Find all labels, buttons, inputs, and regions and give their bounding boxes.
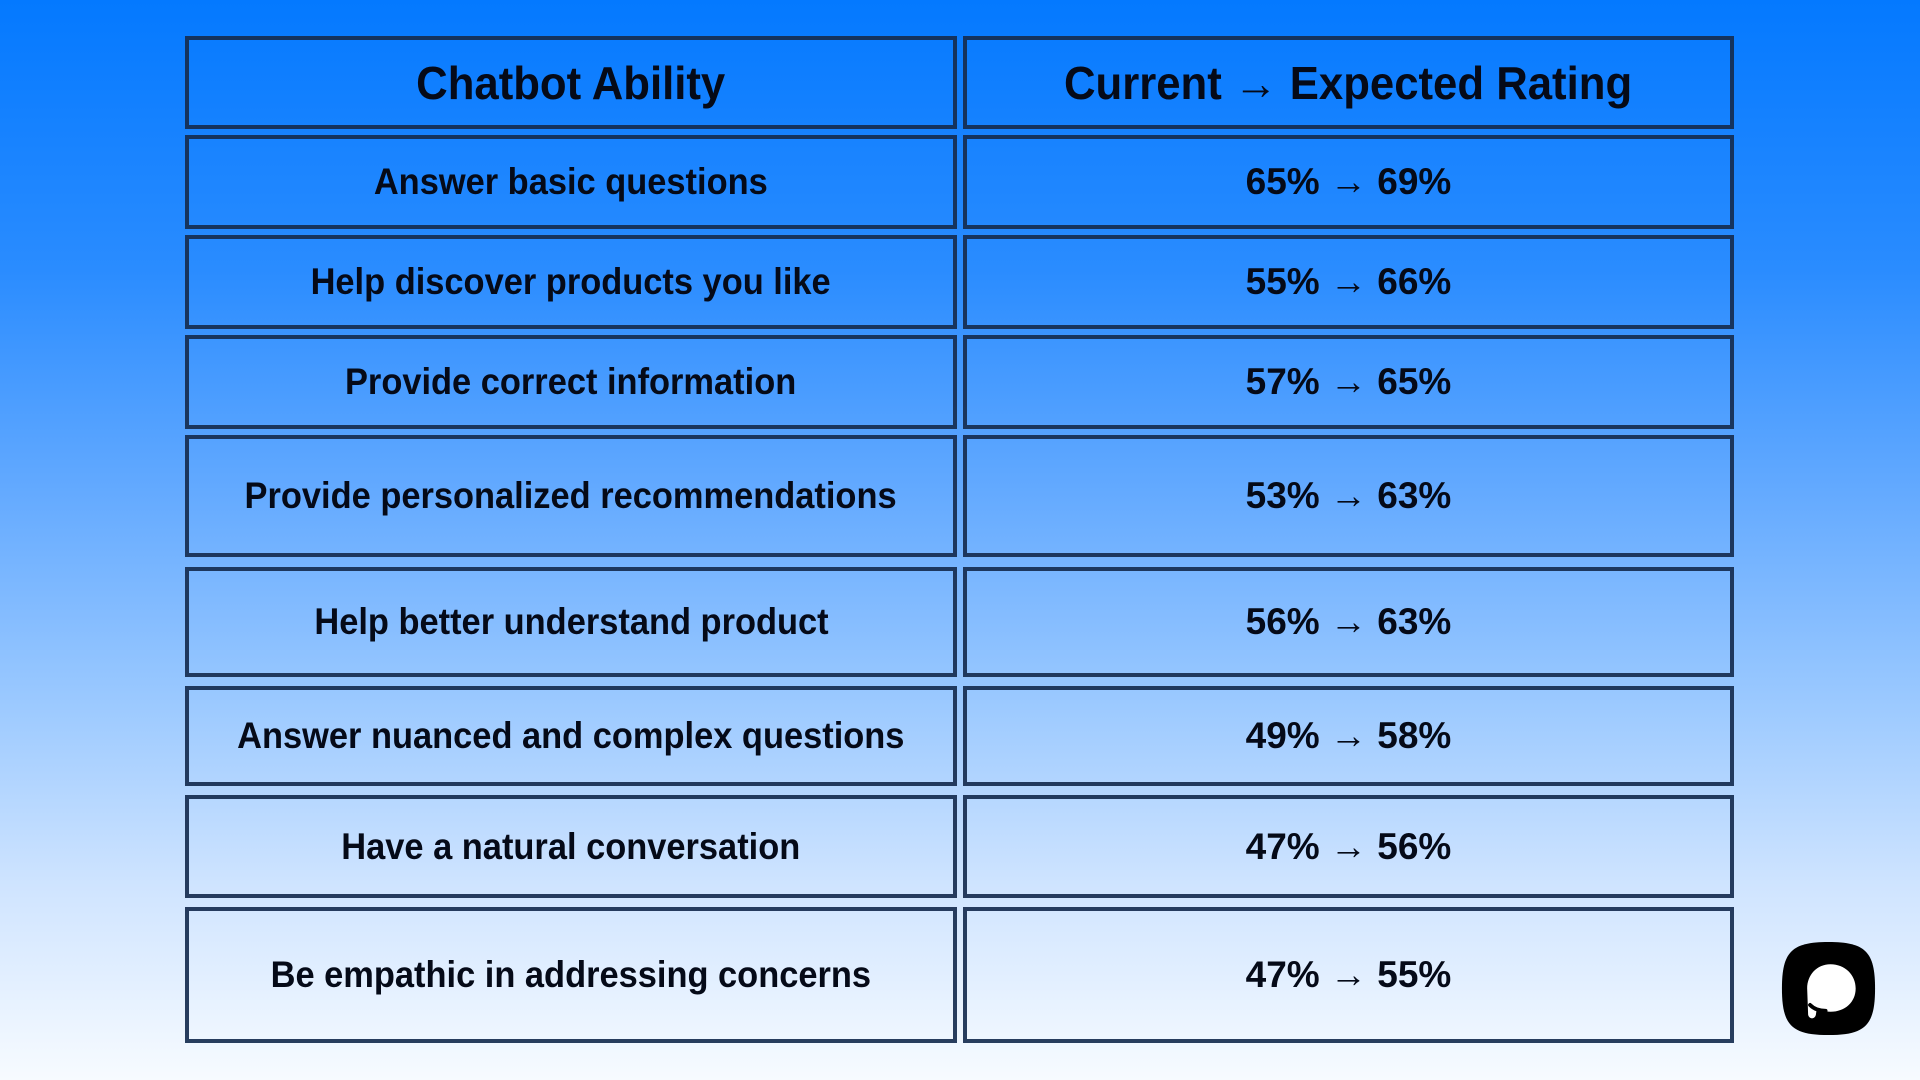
rating-value: 57% → 65% xyxy=(1245,361,1452,402)
table-row-ability: Help discover products you like xyxy=(185,235,957,329)
ability-label: Provide correct information xyxy=(345,361,797,402)
table-row-rating: 47% → 55% xyxy=(963,907,1734,1043)
rating-value: 49% → 58% xyxy=(1245,715,1452,756)
table-row-rating: 57% → 65% xyxy=(963,335,1734,429)
table-row-rating: 53% → 63% xyxy=(963,435,1734,557)
rating-value: 56% → 63% xyxy=(1245,601,1452,642)
table-row-ability: Have a natural conversation xyxy=(185,795,957,898)
table-row-ability: Help better understand product xyxy=(185,567,957,677)
table-row-ability: Be empathic in addressing concerns xyxy=(185,907,957,1043)
ability-label: Have a natural conversation xyxy=(341,825,801,867)
header-ability-label: Chatbot Ability xyxy=(416,56,726,109)
header-ability: Chatbot Ability xyxy=(185,36,957,129)
ability-label: Help discover products you like xyxy=(310,261,832,302)
ability-label: Answer basic questions xyxy=(374,161,768,202)
table-row-rating: 55% → 66% xyxy=(963,235,1734,329)
rating-value: 47% → 55% xyxy=(1245,954,1452,995)
table-row-rating: 47% → 56% xyxy=(963,795,1734,898)
ability-label: Provide personalized recommendations xyxy=(244,475,898,516)
header-rating: Current → Expected Rating xyxy=(963,36,1734,129)
chat-bubble-logo-icon xyxy=(1780,940,1877,1037)
header-rating-label: Current → Expected Rating xyxy=(1064,56,1633,109)
table-row-rating: 56% → 63% xyxy=(963,567,1734,677)
rating-value: 55% → 66% xyxy=(1245,261,1452,302)
rating-value: 65% → 69% xyxy=(1245,161,1452,202)
table-row-rating: 65% → 69% xyxy=(963,135,1734,229)
table-row-ability: Answer basic questions xyxy=(185,135,957,229)
ability-label: Help better understand product xyxy=(313,601,829,642)
rating-value: 47% → 56% xyxy=(1245,825,1452,867)
table-row-ability: Answer nuanced and complex questions xyxy=(185,686,957,786)
table-row-rating: 49% → 58% xyxy=(963,686,1734,786)
table-row-ability: Provide personalized recommendations xyxy=(185,435,957,557)
table-row-ability: Provide correct information xyxy=(185,335,957,429)
ability-label: Be empathic in addressing concerns xyxy=(270,954,872,995)
ability-label: Answer nuanced and complex questions xyxy=(237,715,905,756)
rating-value: 53% → 63% xyxy=(1245,475,1452,516)
